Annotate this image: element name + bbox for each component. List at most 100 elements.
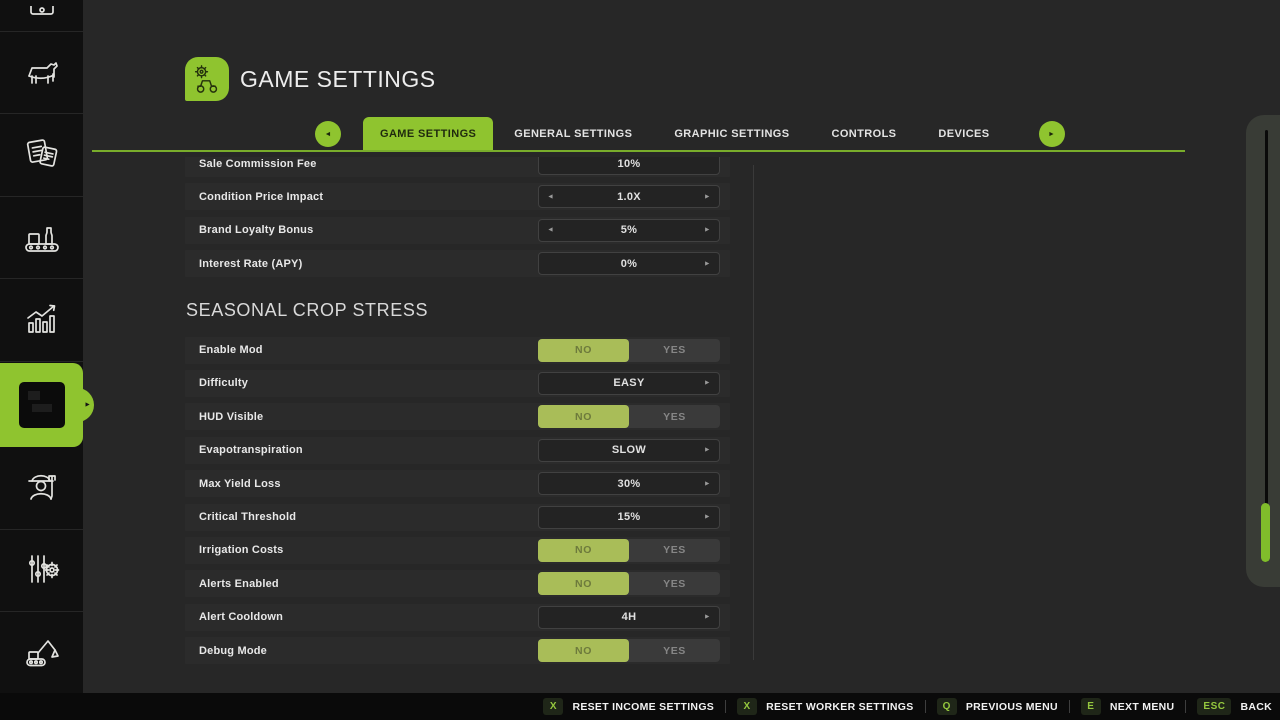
game-settings-app-icon	[185, 57, 229, 101]
footer-label: BACK	[1240, 701, 1272, 713]
toggle-yes-option[interactable]: YES	[629, 639, 720, 662]
sidebar-item-contracts[interactable]	[0, 115, 83, 197]
setting-row-alerts-enabled: Alerts Enabled NO YES	[185, 570, 730, 597]
setting-value: 1.0X	[617, 191, 641, 203]
excavator-icon	[20, 629, 64, 678]
increase-arrow-icon[interactable]: ►	[704, 380, 711, 387]
production-icon	[20, 214, 64, 263]
setting-label: Max Yield Loss	[199, 478, 281, 490]
footer-label: NEXT MENU	[1110, 701, 1175, 713]
key-q-icon: Q	[937, 698, 957, 715]
key-x-icon: X	[543, 698, 563, 715]
toggle-yes-option[interactable]: YES	[629, 339, 720, 362]
toggle-yes-option[interactable]: YES	[629, 539, 720, 562]
toggle-no-option[interactable]: NO	[538, 639, 629, 662]
page-title: GAME SETTINGS	[240, 66, 436, 93]
increase-arrow-icon[interactable]: ►	[704, 193, 711, 200]
irrigation-costs-toggle[interactable]: NO YES	[538, 539, 720, 562]
sidebar-item-animals[interactable]	[0, 33, 83, 114]
alerts-enabled-toggle[interactable]: NO YES	[538, 572, 720, 595]
sidebar-item-production[interactable]	[0, 198, 83, 279]
decrease-arrow-icon[interactable]: ◄	[547, 193, 554, 200]
settings-scroll-area[interactable]: Sale Commission Fee 10% Condition Price …	[185, 157, 730, 668]
footer-reset-income[interactable]: X RESET INCOME SETTINGS	[543, 698, 714, 715]
condition-price-impact-selector[interactable]: ◄ 1.0X ►	[538, 185, 720, 208]
setting-label: Debug Mode	[199, 645, 267, 657]
setting-value: 5%	[621, 224, 638, 236]
debug-mode-toggle[interactable]: NO YES	[538, 639, 720, 662]
interest-rate-selector[interactable]: 0% ►	[538, 252, 720, 275]
key-esc-icon: ESC	[1197, 698, 1231, 715]
toggle-no-option[interactable]: NO	[538, 339, 629, 362]
toggle-no-option[interactable]: NO	[538, 572, 629, 595]
evapotranspiration-selector[interactable]: SLOW ►	[538, 439, 720, 462]
footer-label: RESET INCOME SETTINGS	[572, 701, 714, 713]
clipped-selector[interactable]: 10%	[538, 157, 720, 175]
sidebar-item-construction[interactable]	[0, 613, 83, 693]
tab-controls[interactable]: CONTROLS	[811, 117, 918, 151]
toggle-yes-option[interactable]: YES	[629, 572, 720, 595]
footer-label: PREVIOUS MENU	[966, 701, 1058, 713]
footer-previous-menu[interactable]: Q PREVIOUS MENU	[937, 698, 1058, 715]
setting-label: Alert Cooldown	[199, 611, 283, 623]
footer-reset-worker[interactable]: X RESET WORKER SETTINGS	[737, 698, 913, 715]
setting-row-brand-loyalty-bonus: Brand Loyalty Bonus ◄ 5% ►	[185, 217, 730, 244]
tab-bar: ◄ GAME SETTINGS GENERAL SETTINGS GRAPHIC…	[315, 117, 1065, 151]
right-arrow-icon: ►	[1048, 131, 1055, 138]
section-title: SEASONAL CROP STRESS	[185, 284, 730, 337]
tab-devices[interactable]: DEVICES	[917, 117, 1010, 151]
sidebar-item-settings[interactable]	[0, 531, 83, 612]
tab-general-settings[interactable]: GENERAL SETTINGS	[493, 117, 653, 151]
scrollbar-thumb[interactable]	[1261, 503, 1270, 562]
setting-row-condition-price-impact: Condition Price Impact ◄ 1.0X ►	[185, 183, 730, 210]
alert-cooldown-selector[interactable]: 4H ►	[538, 606, 720, 629]
increase-arrow-icon[interactable]: ►	[704, 514, 711, 521]
footer-divider	[725, 700, 726, 713]
setting-label: Alerts Enabled	[199, 578, 279, 590]
sidebar-item-statistics[interactable]	[0, 280, 83, 362]
active-pointer-icon: ►	[84, 401, 91, 408]
setting-row-max-yield-loss: Max Yield Loss 30% ►	[185, 470, 730, 497]
increase-arrow-icon[interactable]: ►	[704, 447, 711, 454]
brand-loyalty-bonus-selector[interactable]: ◄ 5% ►	[538, 219, 720, 242]
enable-mod-toggle[interactable]: NO YES	[538, 339, 720, 362]
list-right-divider	[753, 165, 754, 660]
critical-threshold-selector[interactable]: 15% ►	[538, 506, 720, 529]
tab-graphic-settings[interactable]: GRAPHIC SETTINGS	[653, 117, 810, 151]
scrollbar-track[interactable]	[1265, 130, 1268, 562]
footer-back[interactable]: ESC BACK	[1197, 698, 1272, 715]
setting-value: 0%	[621, 258, 638, 270]
max-yield-loss-selector[interactable]: 30% ►	[538, 472, 720, 495]
footer-next-menu[interactable]: E NEXT MENU	[1081, 698, 1175, 715]
setting-row-enable-mod: Enable Mod NO YES	[185, 337, 730, 364]
key-x-icon: X	[737, 698, 757, 715]
toggle-yes-option[interactable]: YES	[629, 405, 720, 428]
hud-visible-toggle[interactable]: NO YES	[538, 405, 720, 428]
increase-arrow-icon[interactable]: ►	[704, 260, 711, 267]
increase-arrow-icon[interactable]: ►	[704, 480, 711, 487]
tabs-next-button[interactable]: ►	[1039, 121, 1065, 147]
setting-value: SLOW	[612, 444, 646, 456]
setting-value: 10%	[618, 158, 641, 170]
setting-row-critical-threshold: Critical Threshold 15% ►	[185, 504, 730, 531]
setting-row-debug-mode: Debug Mode NO YES	[185, 637, 730, 664]
setting-label: Brand Loyalty Bonus	[199, 224, 313, 236]
tab-game-settings[interactable]: GAME SETTINGS	[363, 117, 493, 151]
mod-active-icon	[19, 382, 65, 428]
sidebar-item-workers[interactable]	[0, 448, 83, 530]
sidebar-item-mod-settings-active[interactable]: ►	[0, 363, 83, 447]
toggle-no-option[interactable]: NO	[538, 405, 629, 428]
setting-label: Critical Threshold	[199, 511, 296, 523]
footer-divider	[925, 700, 926, 713]
increase-arrow-icon[interactable]: ►	[704, 227, 711, 234]
tabs-prev-button[interactable]: ◄	[315, 121, 341, 147]
difficulty-selector[interactable]: EASY ►	[538, 372, 720, 395]
farmer-icon	[20, 464, 64, 513]
footer-hotkey-bar: X RESET INCOME SETTINGS X RESET WORKER S…	[0, 693, 1280, 720]
statistics-icon	[20, 296, 64, 345]
decrease-arrow-icon[interactable]: ◄	[547, 227, 554, 234]
toggle-no-option[interactable]: NO	[538, 539, 629, 562]
setting-label: Sale Commission Fee	[199, 158, 317, 170]
increase-arrow-icon[interactable]: ►	[704, 614, 711, 621]
sidebar-item-vehicles[interactable]	[0, 0, 83, 32]
